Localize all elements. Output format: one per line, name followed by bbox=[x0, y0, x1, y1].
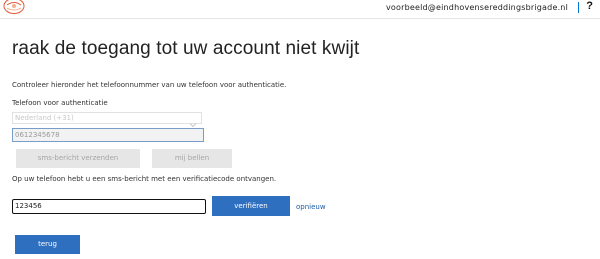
header-bar: voorbeeld@eindhovensereddingsbrigade.nl … bbox=[0, 0, 600, 19]
chevron-down-icon bbox=[189, 114, 197, 128]
back-button[interactable]: terug bbox=[15, 235, 80, 254]
page-title: raak de toegang tot uw account niet kwij… bbox=[12, 38, 360, 59]
description-text: Controleer hieronder het telefoonnummer … bbox=[12, 81, 287, 89]
country-select[interactable]: Nederland (+31) bbox=[12, 112, 202, 128]
phone-input[interactable]: 0612345678 bbox=[12, 128, 204, 142]
send-sms-button[interactable]: sms-bericht verzenden bbox=[16, 149, 140, 168]
verify-button[interactable]: verifiëren bbox=[212, 196, 290, 216]
phone-input-value: 0612345678 bbox=[15, 131, 60, 139]
country-select-value: Nederland (+31) bbox=[15, 114, 74, 122]
verification-code-value: 123456 bbox=[15, 202, 42, 210]
call-me-button[interactable]: mij bellen bbox=[152, 149, 232, 168]
page: voorbeeld@eindhovensereddingsbrigade.nl … bbox=[0, 0, 600, 259]
verification-code-input[interactable]: 123456 bbox=[12, 199, 206, 214]
help-icon[interactable]: ? bbox=[586, 0, 593, 12]
brigade-logo-icon bbox=[2, 0, 26, 16]
phone-label: Telefoon voor authenticatie bbox=[12, 99, 108, 107]
retry-link[interactable]: opnieuw bbox=[296, 203, 326, 211]
sms-info-text: Op uw telefoon hebt u een sms-bericht me… bbox=[12, 175, 277, 183]
header-divider bbox=[578, 2, 579, 13]
user-email[interactable]: voorbeeld@eindhovensereddingsbrigade.nl bbox=[386, 3, 568, 12]
